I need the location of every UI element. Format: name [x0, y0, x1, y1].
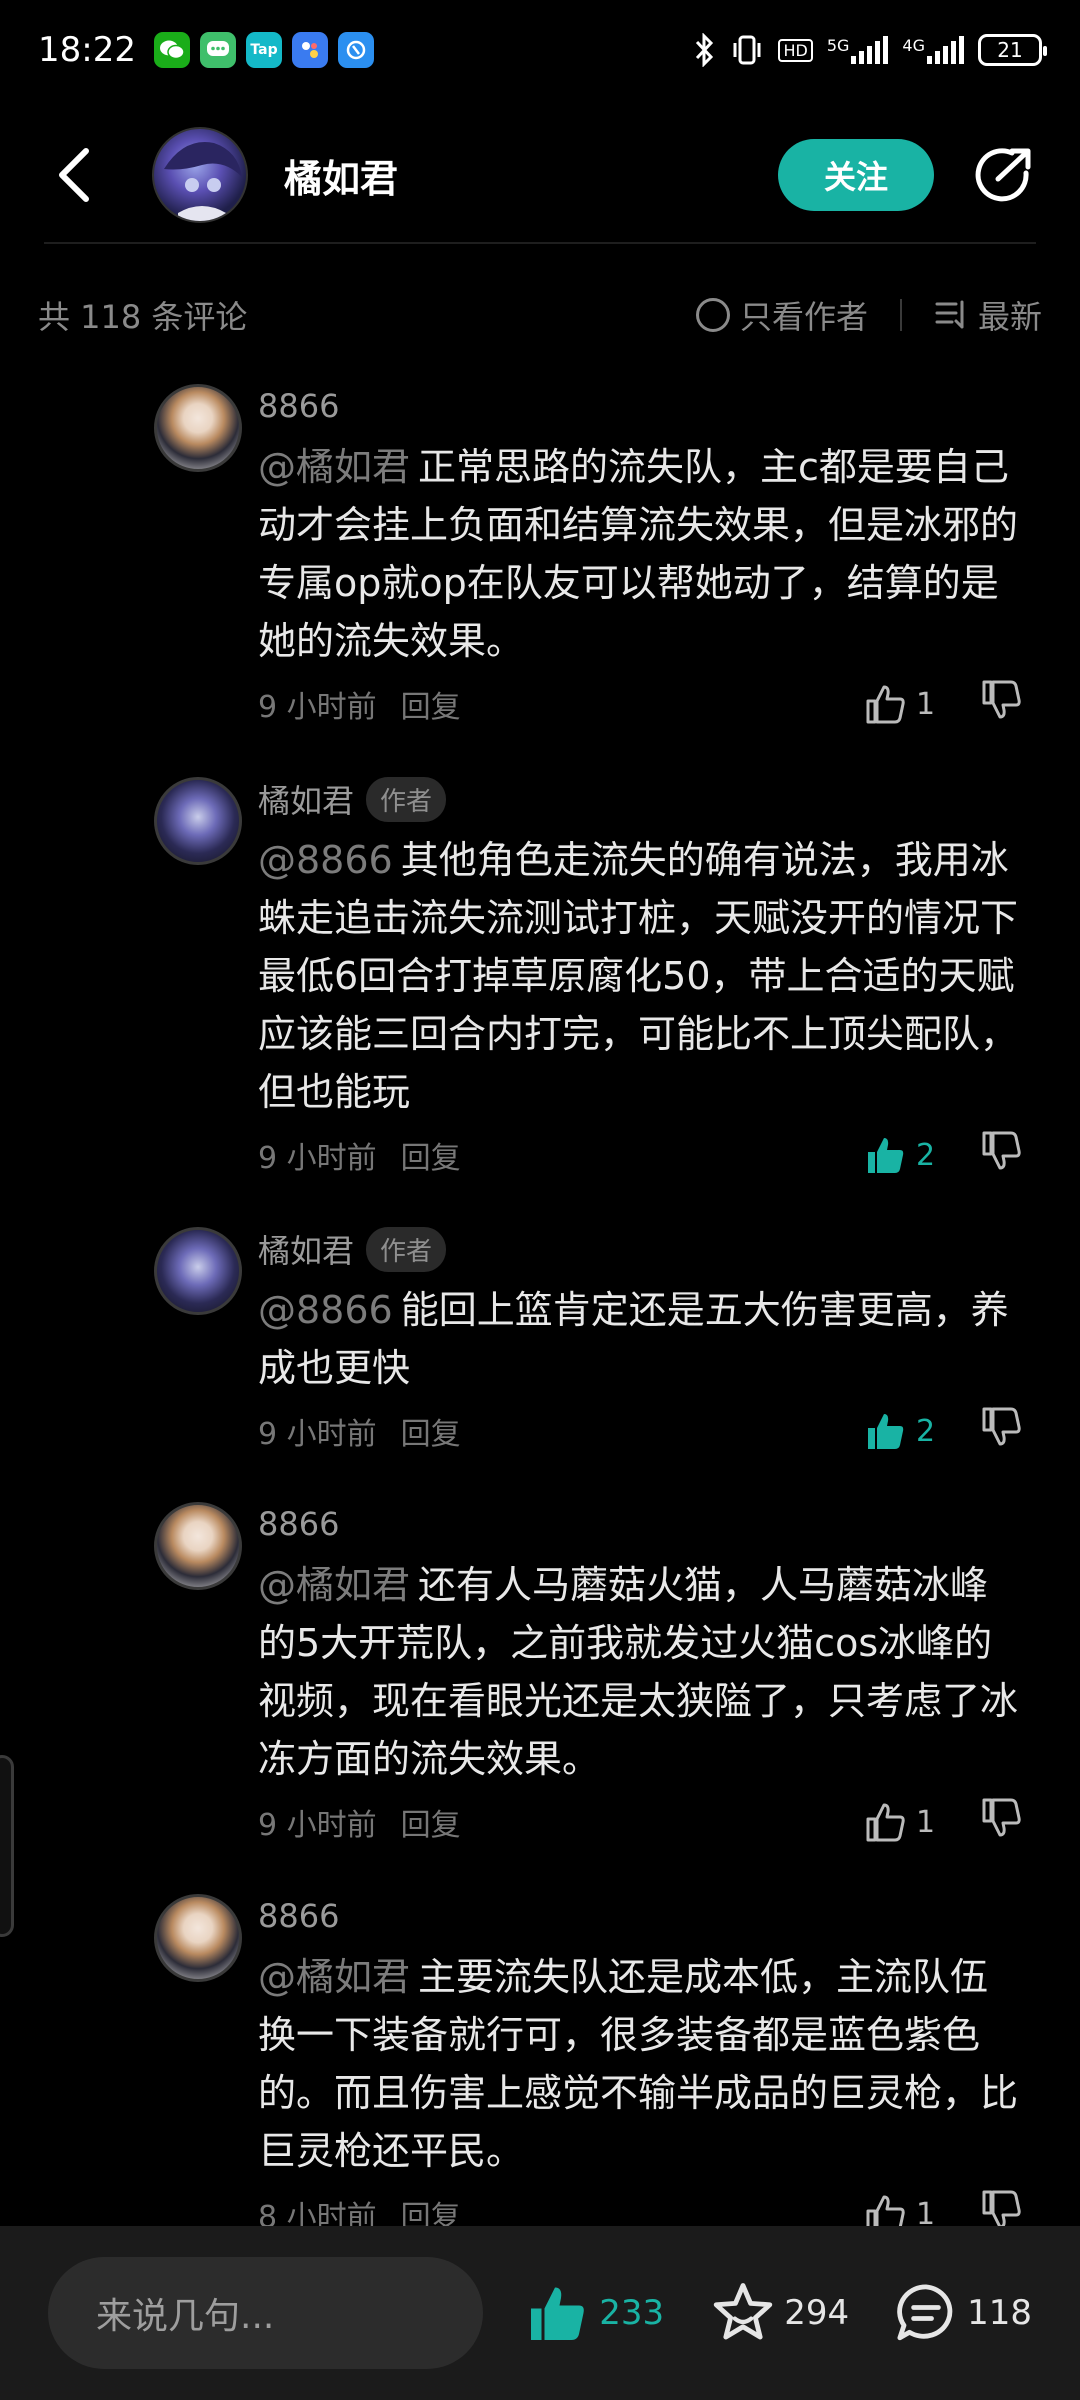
mention[interactable]: @8866 — [258, 838, 393, 882]
radio-icon — [695, 298, 730, 332]
separator — [899, 299, 902, 331]
page-title: 橘如君 — [284, 156, 399, 201]
follow-button[interactable]: 关注 — [778, 139, 934, 211]
taptap-icon: Tap — [245, 32, 282, 68]
header-divider — [44, 242, 1036, 244]
signal-5g: 5G — [827, 36, 889, 64]
thumbs-up-icon — [868, 1414, 904, 1449]
like-button[interactable]: 1 — [864, 682, 936, 726]
network-label: 5G — [826, 36, 850, 55]
comment-list: 8866 @橘如君 正常思路的流失队，主c都是要自己动才会挂上负面和结算流失效果，… — [0, 378, 1080, 2280]
author-only-toggle[interactable]: 只看作者 — [695, 292, 868, 338]
reply-button[interactable]: 回复 — [401, 1133, 461, 1177]
like-count: 2 — [916, 1137, 936, 1173]
battery-icon: 21 — [978, 34, 1047, 66]
game-icon — [291, 32, 328, 68]
comment-time: 9 小时前 — [258, 1141, 377, 1176]
notification-icons: Tap — [153, 32, 374, 68]
reply-button[interactable]: 回复 — [401, 1409, 461, 1453]
comment-text: @8866 能回上篮肯定还是五大伤害更高，养成也更快 — [258, 1281, 1024, 1397]
comment-text: @橘如君 正常思路的流失队，主c都是要自己动才会挂上负面和结算流失效果，但是冰邪的… — [258, 438, 1024, 670]
favorite-count: 294 — [784, 2293, 850, 2333]
thumbs-up-icon — [866, 685, 905, 724]
comment-total: 118 — [967, 2293, 1032, 2333]
favorite-button[interactable]: 294 — [710, 2280, 849, 2346]
commenter-avatar[interactable] — [154, 1502, 242, 1590]
status-time: 18:22 — [38, 30, 136, 70]
thumbs-down-icon[interactable] — [980, 678, 1024, 730]
like-button[interactable]: 2 — [864, 1133, 936, 1177]
comment-time: 9 小时前 — [258, 1417, 377, 1452]
comment-sort-bar: 共 118 条评论 只看作者 最新 — [0, 285, 1080, 345]
thumbs-up-icon — [868, 1138, 904, 1173]
thumbs-down-icon[interactable] — [980, 1405, 1024, 1457]
hd-badge: HD — [778, 38, 813, 62]
sort-icon — [935, 300, 964, 329]
reply-button[interactable]: 回复 — [401, 1800, 461, 1844]
comment-item: 8866 @橘如君 还有人马蘑菇火猫，人马蘑菇冰峰的5大开荒队，之前我就发过火猫c… — [0, 1496, 1080, 1888]
commenter-avatar[interactable] — [154, 777, 242, 865]
app-icon — [337, 32, 374, 68]
vibrate-icon — [733, 35, 761, 65]
comment-item: 8866 @橘如君 主要流失队还是成本低，主流队伍换一下装备就行可，很多装备都是蓝… — [0, 1888, 1080, 2280]
top-nav: 橘如君 关注 — [0, 110, 1080, 240]
bluetooth-icon — [696, 33, 714, 67]
commenter-name[interactable]: 橘如君 — [258, 1226, 354, 1272]
mention[interactable]: @橘如君 — [258, 1955, 410, 1999]
like-button[interactable]: 2 — [864, 1409, 936, 1453]
comments-button[interactable]: 118 — [893, 2280, 1032, 2346]
thumbs-up-icon — [531, 2287, 585, 2340]
comment-time: 9 小时前 — [258, 690, 377, 725]
comment-item: 橘如君 作者 @8866 能回上篮肯定还是五大伤害更高，养成也更快 9 小时前 回复… — [0, 1221, 1080, 1496]
commenter-name[interactable]: 8866 — [258, 1897, 339, 1935]
like-button[interactable]: 1 — [864, 1800, 936, 1844]
like-count: 1 — [916, 1804, 936, 1840]
comment-time: 9 小时前 — [258, 1808, 377, 1843]
like-count: 2 — [916, 1413, 936, 1449]
back-icon[interactable] — [44, 145, 104, 205]
sort-label: 最新 — [977, 298, 1042, 336]
author-only-label: 只看作者 — [739, 298, 868, 336]
signal-4g: 4G — [902, 36, 964, 64]
mention[interactable]: @橘如君 — [258, 1563, 410, 1607]
messages-icon — [199, 32, 236, 68]
like-count: 1 — [916, 686, 936, 722]
author-badge: 作者 — [366, 1226, 447, 1272]
post-like-count: 233 — [599, 2293, 665, 2333]
bottom-action-bar: 来说几句... 233 294 118 — [0, 2226, 1080, 2400]
thumbs-down-icon[interactable] — [980, 1129, 1024, 1181]
mention[interactable]: @8866 — [258, 1288, 393, 1332]
comment-item: 8866 @橘如君 正常思路的流失队，主c都是要自己动才会挂上负面和结算流失效果，… — [0, 378, 1080, 771]
comment-input[interactable]: 来说几句... — [48, 2257, 484, 2369]
wechat-icon — [153, 32, 190, 68]
star-icon — [713, 2283, 773, 2340]
comment-bubble-icon — [897, 2284, 953, 2341]
thumbs-down-icon[interactable] — [980, 1796, 1024, 1848]
share-icon[interactable] — [972, 143, 1036, 207]
thumbs-up-icon — [866, 1803, 905, 1842]
commenter-name[interactable]: 8866 — [258, 387, 339, 425]
comment-text: @橘如君 主要流失队还是成本低，主流队伍换一下装备就行可，很多装备都是蓝色紫色的。… — [258, 1948, 1024, 2180]
comment-text: @8866 其他角色走流失的确有说法，我用冰蛛走追击流失流测试打桩，天赋没开的情况… — [258, 831, 1024, 1121]
comment-count: 共 118 条评论 — [38, 298, 248, 336]
commenter-name[interactable]: 橘如君 — [258, 776, 354, 822]
commenter-avatar[interactable] — [154, 1894, 242, 1982]
comment-text: @橘如君 还有人马蘑菇火猫，人马蘑菇冰峰的5大开荒队，之前我就发过火猫cos冰峰的… — [258, 1556, 1024, 1788]
commenter-name[interactable]: 8866 — [258, 1505, 339, 1543]
floating-side-handle[interactable] — [0, 1755, 14, 1937]
comment-item: 橘如君 作者 @8866 其他角色走流失的确有说法，我用冰蛛走追击流失流测试打桩，天… — [0, 771, 1080, 1221]
mention[interactable]: @橘如君 — [258, 445, 410, 489]
status-bar: 18:22 Tap HD 5G 4G 21 — [0, 0, 1080, 100]
commenter-avatar[interactable] — [154, 384, 242, 472]
post-like-button[interactable]: 233 — [525, 2280, 664, 2346]
author-badge: 作者 — [366, 776, 447, 822]
commenter-avatar[interactable] — [154, 1227, 242, 1315]
author-avatar[interactable] — [152, 127, 248, 223]
sort-newest-button[interactable]: 最新 — [934, 292, 1042, 338]
network2-label: 4G — [902, 36, 925, 55]
reply-button[interactable]: 回复 — [401, 682, 461, 726]
